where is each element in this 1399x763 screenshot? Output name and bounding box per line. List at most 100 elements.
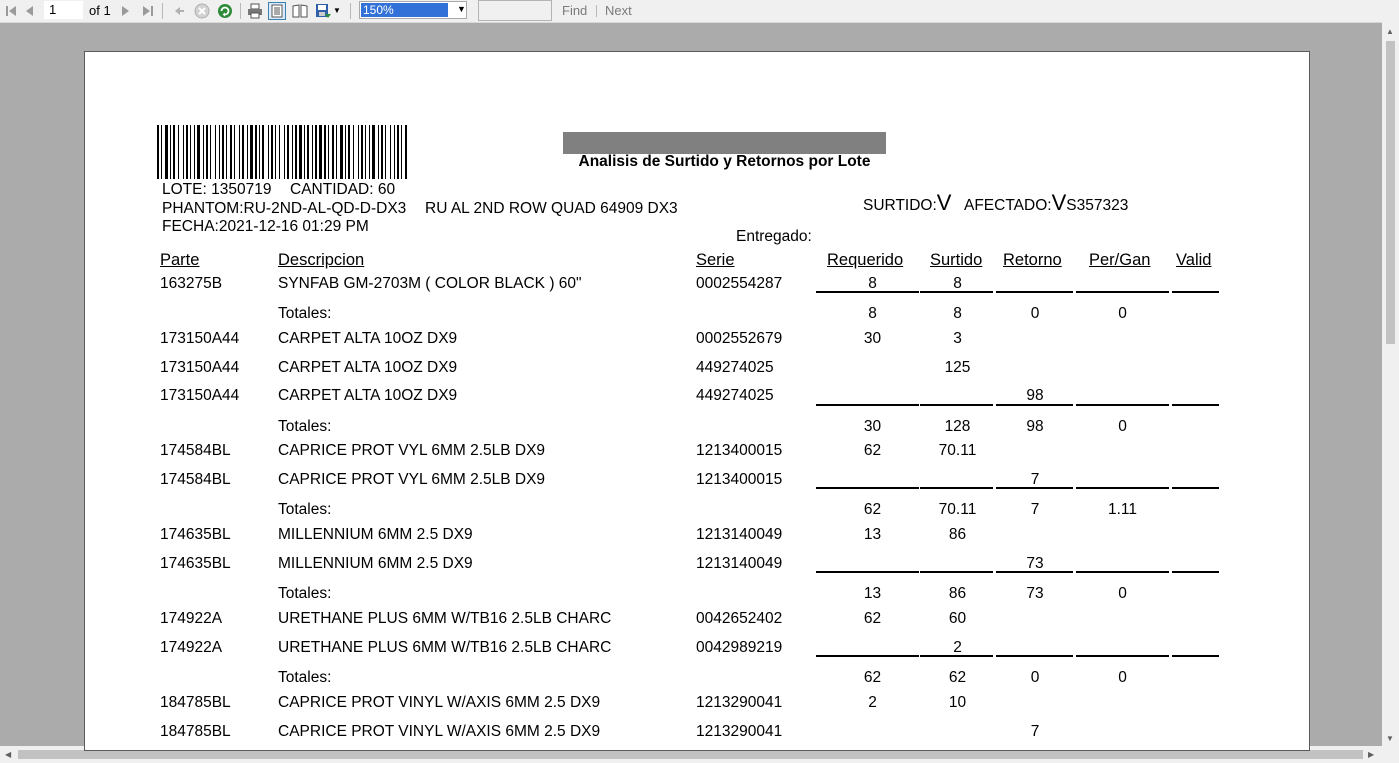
cell-requerido: 62 (863, 442, 882, 459)
cell-surtido: 10 (948, 694, 967, 711)
afectado-code: S357323 (1066, 197, 1129, 214)
export-dropdown-icon[interactable]: ▼ (333, 6, 341, 15)
header-retorno: Retorno (1003, 251, 1062, 269)
toolbar-separator (596, 5, 597, 17)
scroll-left-icon[interactable]: ◀ (5, 750, 11, 759)
scroll-down-icon[interactable]: ▼ (1386, 734, 1394, 743)
first-page-icon[interactable] (2, 2, 20, 20)
surtido-status: SURTIDO:V (863, 191, 951, 218)
cell-parte: 174922A (160, 639, 223, 656)
previous-page-icon[interactable] (20, 2, 38, 20)
scroll-right-icon[interactable]: ▶ (1368, 750, 1374, 759)
scroll-up-icon[interactable]: ▲ (1386, 27, 1394, 36)
header-serie: Serie (696, 251, 735, 269)
next-page-icon[interactable] (117, 2, 135, 20)
totals-rule (996, 404, 1073, 406)
totals-rule (1172, 291, 1219, 293)
totals-rule (1172, 487, 1219, 489)
totals-rule (920, 291, 993, 293)
cell-serie: 1213140049 (696, 526, 783, 543)
find-input[interactable] (478, 0, 552, 21)
cell-parte: 173150A44 (160, 387, 240, 404)
cell-per-gan: 0 (1118, 669, 1127, 686)
vertical-scroll-thumb[interactable] (1386, 41, 1395, 344)
cell-parte: 174584BL (160, 471, 231, 488)
cell-descripcion: CAPRICE PROT VINYL W/AXIS 6MM 2.5 DX9 (278, 694, 601, 711)
cell-retorno: 98 (1026, 387, 1044, 404)
cell-descripcion: CAPRICE PROT VYL 6MM 2.5LB DX9 (278, 471, 546, 488)
totals-rule (816, 571, 919, 573)
cell-retorno: 73 (1026, 585, 1044, 602)
cell-surtido: 62 (948, 669, 967, 686)
cell-parte: 173150A44 (160, 330, 240, 347)
totals-rule (1076, 655, 1169, 657)
cell-requerido: 2 (868, 694, 877, 711)
totals-label: Totales: (278, 669, 332, 686)
cell-serie: 1213290041 (696, 694, 783, 711)
cell-surtido: 70.11 (938, 501, 977, 518)
cell-surtido: 8 (953, 305, 962, 322)
refresh-icon[interactable] (216, 2, 234, 20)
cell-parte: 174922A (160, 610, 223, 627)
cell-serie: 0002554287 (696, 275, 783, 292)
zoom-dropdown-icon[interactable]: ▼ (457, 4, 466, 14)
totals-rule (816, 487, 919, 489)
cell-serie: 449274025 (696, 387, 774, 404)
cell-surtido: 125 (944, 359, 971, 376)
barcode-image (157, 125, 407, 179)
find-link[interactable]: Find (562, 3, 587, 18)
cell-retorno: 7 (1030, 723, 1040, 740)
cell-per-gan: 0 (1118, 418, 1127, 435)
horizontal-scroll-thumb[interactable] (18, 750, 1363, 759)
afectado-check-mark: V (1051, 190, 1067, 215)
cell-descripcion: URETHANE PLUS 6MM W/TB16 2.5LB CHARC (278, 639, 612, 656)
cell-serie: 1213400015 (696, 471, 783, 488)
print-layout-icon[interactable] (268, 2, 286, 20)
phantom-label: PHANTOM:RU-2ND-AL-QD-D-DX3 (162, 200, 407, 217)
cell-serie: 0002552679 (696, 330, 783, 347)
export-icon[interactable] (314, 2, 332, 20)
next-link[interactable]: Next (605, 3, 632, 18)
cell-descripcion: URETHANE PLUS 6MM W/TB16 2.5LB CHARC (278, 610, 612, 627)
totals-rule (816, 291, 919, 293)
back-icon[interactable] (170, 2, 188, 20)
cell-serie: 0042652402 (696, 610, 783, 627)
surtido-check-mark: V (936, 190, 952, 215)
cell-requerido: 62 (863, 610, 882, 627)
print-icon[interactable] (246, 2, 264, 20)
cell-requerido: 62 (863, 669, 882, 686)
totals-rule (1172, 404, 1219, 406)
cell-surtido: 86 (948, 526, 967, 543)
page-setup-icon[interactable] (291, 2, 309, 20)
cell-parte: 174635BL (160, 526, 231, 543)
cell-parte: 174584BL (160, 442, 231, 459)
report-title-bar (563, 132, 886, 154)
cell-surtido: 70.11 (938, 442, 977, 459)
cell-per-gan: 0 (1118, 585, 1127, 602)
surtido-label: SURTIDO: (863, 197, 937, 214)
cell-requerido: 30 (863, 330, 882, 347)
cell-per-gan: 1.11 (1107, 501, 1138, 518)
cell-serie: 449274025 (696, 359, 774, 376)
page-number-input[interactable] (44, 1, 83, 19)
cell-parte: 163275B (160, 275, 223, 292)
entregado-label: Entregado: (736, 228, 812, 245)
cell-requerido: 8 (868, 305, 877, 322)
totals-rule (816, 404, 919, 406)
cell-per-gan: 0 (1118, 305, 1127, 322)
cell-descripcion: SYNFAB GM-2703M ( COLOR BLACK ) 60" (278, 275, 582, 292)
zoom-value: 150% (361, 3, 448, 17)
header-parte: Parte (160, 251, 200, 269)
cell-serie: 1213140049 (696, 555, 783, 572)
zoom-select[interactable]: 150% ▼ (359, 1, 467, 19)
report-page: Analisis de Surtido y Retornos por Lote … (84, 51, 1310, 751)
cell-parte: 174635BL (160, 555, 231, 572)
totals-rule (1076, 291, 1169, 293)
header-valid: Valid (1176, 251, 1212, 269)
toolbar-separator (162, 3, 163, 19)
last-page-icon[interactable] (139, 2, 157, 20)
cell-serie: 1213290041 (696, 723, 783, 740)
totals-rule (1076, 487, 1169, 489)
stop-icon[interactable] (193, 2, 211, 20)
totals-rule (996, 487, 1073, 489)
